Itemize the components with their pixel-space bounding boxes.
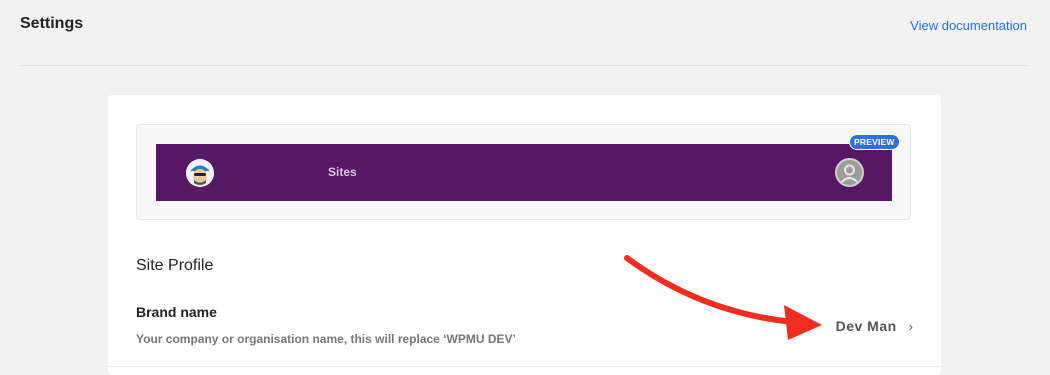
preview-badge: PREVIEW [849,134,900,150]
brand-name-label: Brand name [136,304,217,320]
user-avatar-icon[interactable] [835,158,864,187]
preview-frame: Sites PREVIEW [136,124,911,220]
row-divider [108,366,941,367]
view-documentation-link[interactable]: View documentation [910,18,1027,33]
brand-name-description: Your company or organisation name, this … [136,332,516,346]
header-divider [20,65,1028,66]
brand-name-value-button[interactable]: Dev Man › [836,318,913,334]
settings-card: Sites PREVIEW Site Profile Brand name Yo… [108,95,941,375]
chevron-right-icon: › [908,318,913,334]
brand-name-value: Dev Man [835,318,897,334]
pirate-avatar-icon [186,159,214,187]
page-title: Settings [20,15,84,32]
preview-admin-bar: Sites [156,144,892,201]
preview-nav-sites[interactable]: Sites [328,165,357,179]
site-profile-heading: Site Profile [136,257,214,274]
